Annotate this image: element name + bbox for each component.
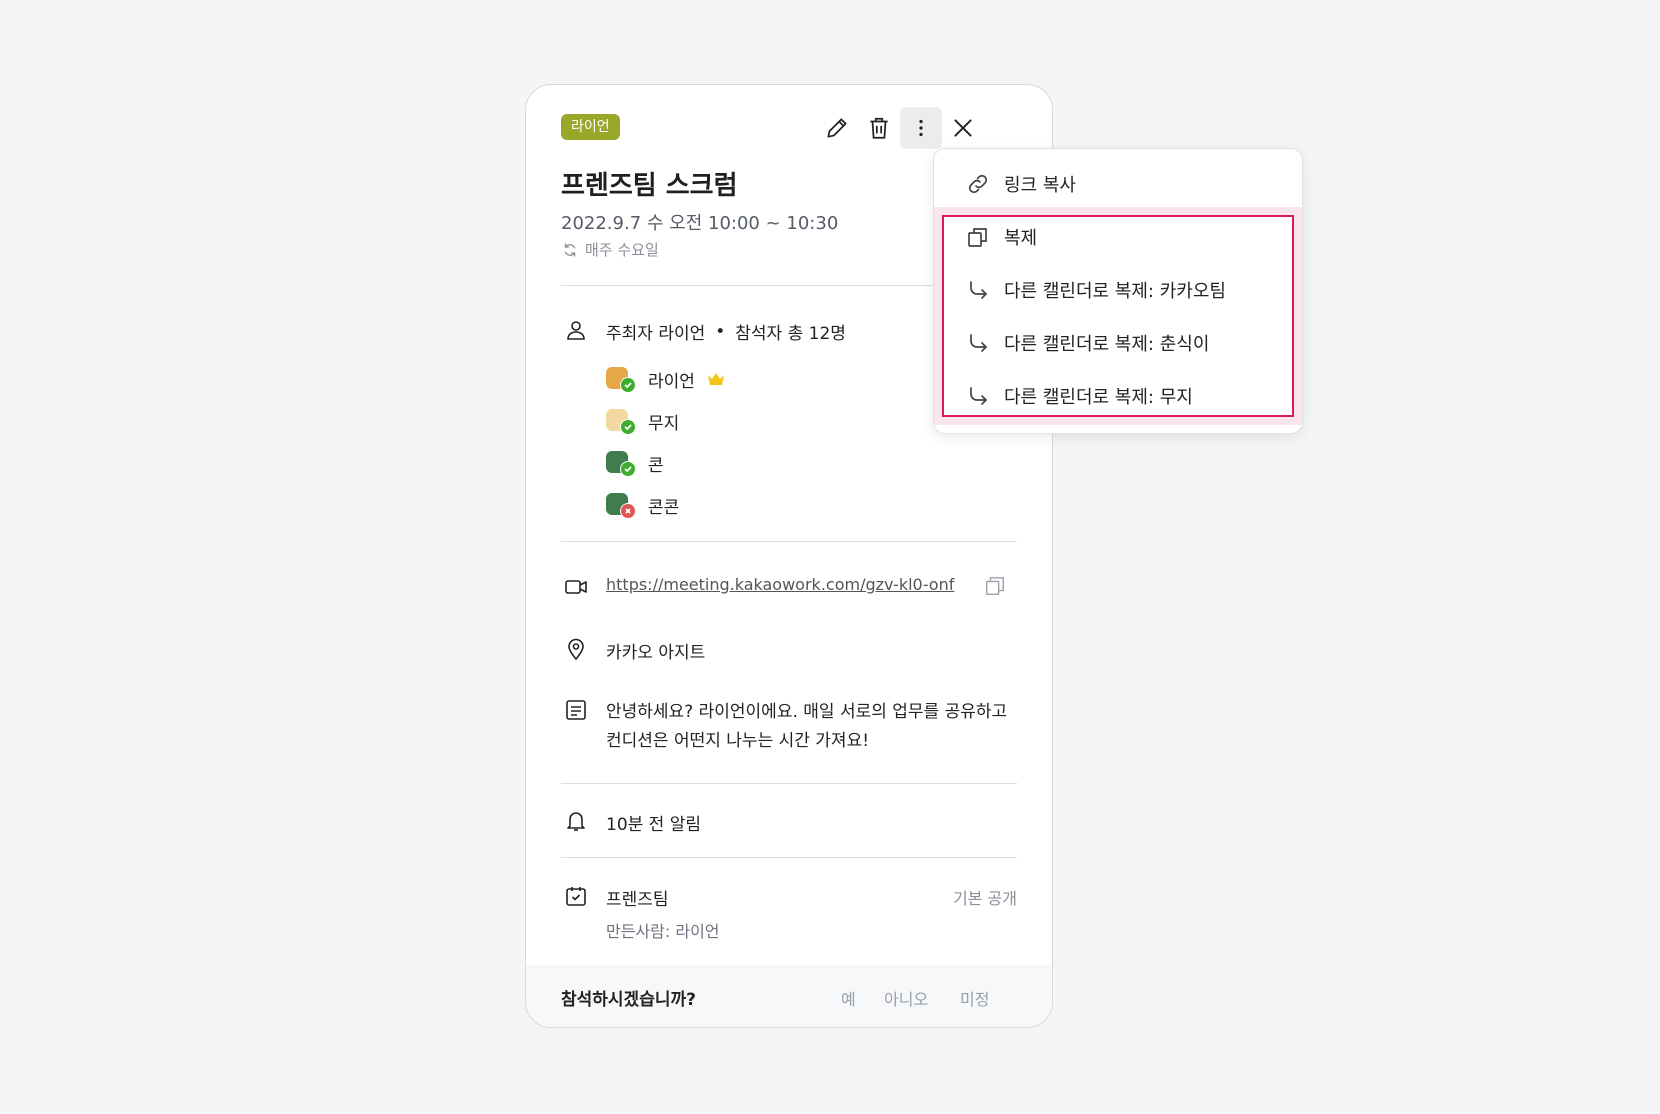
avatar (606, 407, 636, 435)
recurrence: 매주 수요일 (561, 239, 659, 260)
arrow-turn-right-icon (970, 334, 987, 352)
bell-icon (567, 812, 585, 831)
description-icon (566, 700, 586, 720)
menu-item-duplicate-to-calendar[interactable]: 다른 캘린더로 복제: 카카오팀 (966, 277, 1226, 303)
copy-link-icon[interactable] (984, 575, 1006, 597)
accepted-check-icon (620, 419, 636, 435)
divider (561, 541, 1017, 542)
more-options-button[interactable] (900, 107, 942, 149)
link-icon (968, 174, 988, 194)
menu-item-label: 다른 캘린더로 복제: 춘식이 (1004, 334, 1210, 355)
close-button[interactable] (942, 107, 984, 149)
menu-item-label: 복제 (1004, 228, 1038, 249)
alarm-text: 10분 전 알림 (606, 815, 701, 835)
location-text: 카카오 아지트 (606, 643, 706, 663)
menu-item-label: 링크 복사 (1004, 175, 1076, 196)
rsvp-yes-button[interactable]: 예 (841, 986, 856, 1010)
organizer-text: 주최자 라이언 (606, 324, 706, 344)
more-vertical-icon (919, 119, 923, 137)
calendar-check-icon (566, 887, 586, 906)
location-pin-icon (568, 638, 584, 661)
event-datetime: 2022.9.7 수 오전 10:00 ~ 10:30 (561, 213, 839, 234)
delete-button[interactable] (858, 107, 900, 149)
separator-dot: • (715, 321, 726, 342)
organizer-line: 주최자 라이언 • 참석자 총 12명 (606, 319, 846, 345)
creator-text: 만든사람: 라이언 (606, 922, 720, 941)
arrow-turn-right-icon (970, 281, 987, 299)
attendee-item[interactable]: 콘 (606, 449, 664, 477)
divider (561, 783, 1017, 784)
attendee-name: 라이언 (648, 371, 695, 392)
menu-item-duplicate-to-calendar[interactable]: 다른 캘린더로 복제: 춘식이 (966, 330, 1209, 356)
divider (561, 857, 1017, 858)
visibility-text: 기본 공개 (953, 889, 1017, 908)
menu-item-copy-link[interactable]: 링크 복사 (966, 171, 1076, 197)
rsvp-maybe-button[interactable]: 미정 (960, 986, 989, 1010)
recurrence-label: 매주 수요일 (585, 241, 659, 259)
calendar-name: 프렌즈팀 (606, 890, 669, 910)
avatar (606, 449, 636, 477)
declined-x-icon (620, 503, 636, 519)
accepted-check-icon (620, 461, 636, 477)
menu-item-duplicate-to-calendar[interactable]: 다른 캘린더로 복제: 무지 (966, 383, 1193, 409)
calendar-chip: 라이언 (561, 114, 620, 140)
menu-item-label: 다른 캘린더로 복제: 카카오팀 (1004, 281, 1226, 302)
repeat-icon (564, 242, 576, 257)
event-title: 프렌즈팀 스크럼 (561, 171, 738, 201)
menu-item-duplicate[interactable]: 복제 (966, 224, 1037, 250)
video-camera-icon (565, 580, 587, 594)
description-text: 안녕하세요? 라이언이에요. 매일 서로의 업무를 공유하고 컨디션은 어떤지 … (606, 702, 1008, 751)
avatar (606, 491, 636, 519)
attendee-item[interactable]: 라이언 (606, 365, 725, 393)
person-icon (567, 321, 585, 340)
arrow-turn-right-icon (970, 387, 987, 405)
edit-button[interactable] (816, 107, 858, 149)
close-icon (954, 119, 972, 137)
crown-icon (707, 373, 724, 385)
rsvp-question: 참석하시겠습니까? (561, 990, 696, 1010)
avatar (606, 365, 636, 393)
accepted-check-icon (620, 377, 636, 393)
rsvp-footer: 참석하시겠습니까? 예 아니오 미정 (526, 965, 1052, 1027)
more-options-menu: 링크 복사 복제 다른 캘린더로 복제: 카카오팀 다른 캘린더로 복제: 춘식… (933, 148, 1303, 434)
attendee-item[interactable]: 콘콘 (606, 491, 679, 519)
attendee-item[interactable]: 무지 (606, 407, 679, 435)
pencil-icon (827, 118, 847, 138)
attendee-name: 콘콘 (648, 497, 680, 518)
meeting-link[interactable]: https://meeting.kakaowork.com/gzv-kl0-on… (606, 575, 954, 594)
rsvp-no-button[interactable]: 아니오 (884, 986, 928, 1010)
trash-icon (870, 117, 888, 139)
duplicate-icon (968, 228, 987, 247)
attendee-name: 무지 (648, 413, 680, 434)
menu-item-label: 다른 캘린더로 복제: 무지 (1004, 387, 1193, 408)
attendee-count: 참석자 총 12명 (735, 324, 846, 344)
attendee-name: 콘 (648, 455, 664, 476)
